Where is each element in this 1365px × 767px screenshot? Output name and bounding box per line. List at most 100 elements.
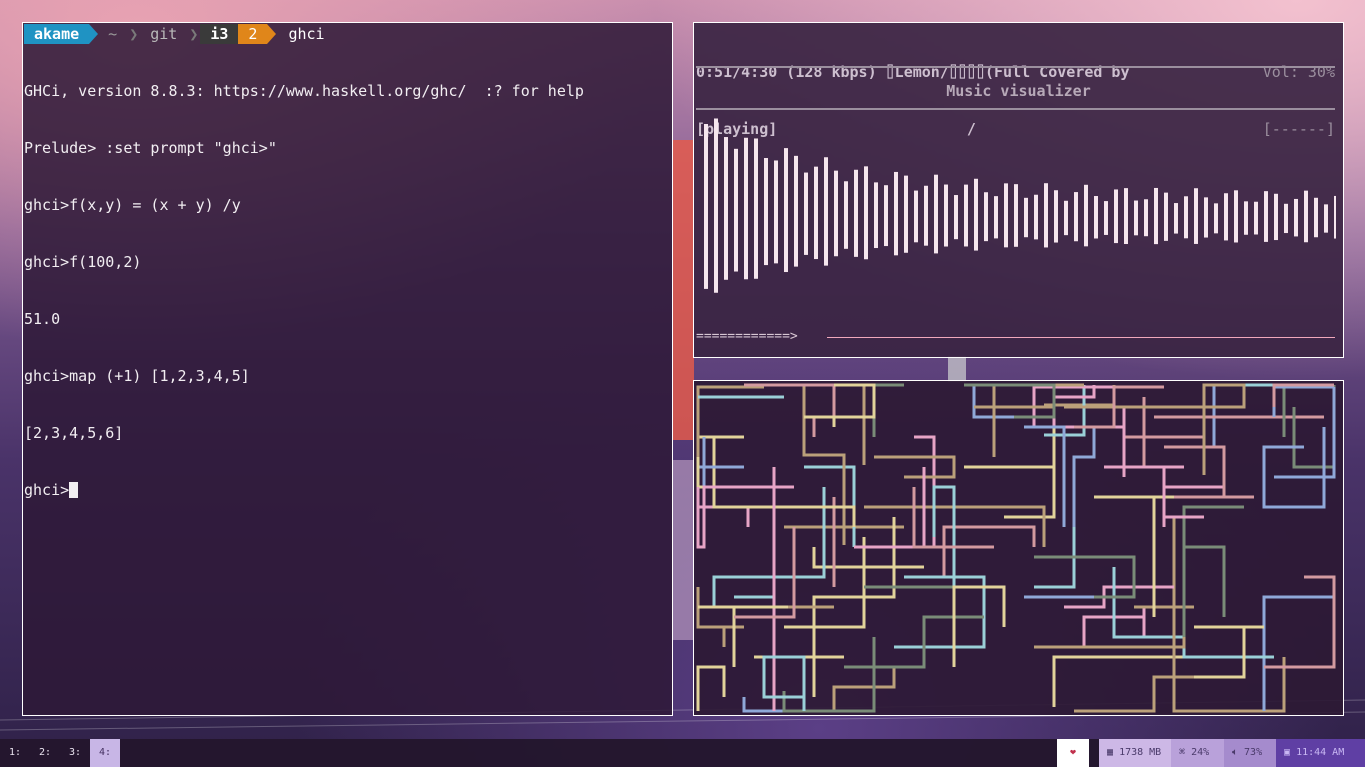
cpu-value: 24% — [1191, 747, 1210, 758]
workspace-4[interactable]: 4: — [90, 739, 120, 767]
visualizer-bar — [904, 175, 908, 253]
prompt-dir-i3: i3 — [200, 24, 239, 44]
volume-status[interactable]: 🔈︎ 73% — [1224, 739, 1276, 767]
visualizer-bar — [784, 148, 788, 273]
visualizer-bar — [1154, 187, 1158, 245]
cpu-icon: ⌘ — [1179, 747, 1186, 758]
pipe-segment — [1164, 445, 1254, 499]
visualizer-title: Music visualizer — [946, 82, 1091, 100]
pipe-segment — [1032, 385, 1126, 477]
music-player-window[interactable]: 0:51/4:30 (128 kbps) ⌷Lemon/⌷⌷⌷⌷(Full Co… — [693, 22, 1344, 358]
prompt-command: ghci — [288, 25, 325, 43]
text-cursor — [69, 482, 79, 498]
speaker-icon: 🔈︎ — [1232, 747, 1238, 758]
pipe-segment — [696, 485, 794, 549]
pipe-segment — [712, 487, 826, 607]
cpu-status: ⌘ 24% — [1171, 739, 1224, 767]
terminal-input-line[interactable]: ghci> — [24, 481, 584, 500]
pipes-window[interactable] — [693, 380, 1344, 716]
pipe-segment — [1134, 515, 1204, 609]
visualizer-bar — [844, 181, 848, 249]
progress-bar[interactable]: ============> — [696, 329, 798, 344]
workspace-3[interactable]: 3: — [60, 739, 90, 767]
calendar-icon: ▣ — [1284, 747, 1291, 758]
pipe-segment — [1202, 383, 1294, 467]
progress-track[interactable] — [827, 337, 1335, 338]
prompt-home: ~ — [108, 25, 118, 43]
visualizer-bars — [704, 118, 1336, 293]
visualizer-bar — [1094, 196, 1098, 239]
visualizer-bar — [1084, 184, 1088, 247]
visualizer-bar — [1054, 190, 1058, 243]
pipes-animation — [696, 383, 1336, 713]
terminal-line: ghci>map (+1) [1,2,3,4,5] — [24, 367, 250, 385]
visualizer-bar — [1284, 203, 1288, 234]
visualizer-bar — [1144, 199, 1148, 237]
visualizer-bar — [974, 178, 978, 251]
shell-prompt-bar: akame ~ ❯ git ❯ i3 2 ghci — [24, 24, 335, 44]
pipe-segment — [1264, 575, 1336, 669]
pipe-segment — [832, 667, 896, 711]
pipe-segment — [702, 437, 744, 507]
terminal-output[interactable]: GHCi, version 8.8.3: https://www.haskell… — [24, 44, 584, 538]
pipe-segment — [874, 455, 956, 479]
visualizer-bar — [1304, 190, 1308, 243]
visualizer-bar — [1254, 201, 1258, 235]
visualizer-bar — [724, 137, 728, 280]
visualizer-bar — [1074, 192, 1078, 242]
visualizer-bar — [944, 184, 948, 247]
visualizer-bar — [884, 185, 888, 247]
visualizer-bar — [1264, 191, 1268, 242]
visualizer-bar — [984, 192, 988, 242]
visualizer-bar — [1044, 183, 1048, 248]
terminal-line: 51.0 — [24, 310, 61, 328]
workspace-2[interactable]: 2: — [30, 739, 60, 767]
visualizer-bar — [1134, 200, 1138, 236]
visualizer-bar — [1194, 188, 1198, 244]
pipe-segment — [734, 537, 776, 599]
prompt-arrow-icon — [267, 24, 277, 44]
visualizer-bar — [804, 172, 808, 255]
visualizer-bar — [1214, 203, 1218, 234]
divider — [696, 108, 1335, 110]
memory-value: 1738 MB — [1119, 747, 1162, 758]
volume-value: 73% — [1244, 747, 1263, 758]
visualizer-bar — [874, 182, 878, 249]
visualizer-bar — [924, 185, 928, 246]
pipe-segment — [1292, 385, 1336, 469]
visualizer-bar — [1064, 200, 1068, 236]
pipe-segment — [696, 665, 726, 711]
visualizer-bar — [764, 158, 768, 266]
heart-icon[interactable]: ❤ — [1057, 739, 1089, 767]
visualizer-bar — [934, 174, 938, 254]
terminal-line: ghci>f(x,y) = (x + y) /y — [24, 196, 241, 214]
pipe-segment — [782, 637, 876, 713]
pipe-segment — [964, 427, 1056, 519]
visualizer-bar — [854, 169, 858, 257]
visualizer-bar — [814, 166, 818, 260]
visualizer-bar — [864, 166, 868, 260]
visualizer-bar — [774, 160, 778, 264]
visualizer-bar — [1224, 193, 1228, 241]
visualizer-bar — [914, 190, 918, 243]
visualizer-bar — [704, 124, 708, 289]
pipe-segment — [1194, 625, 1264, 679]
clock-value: 11:44 AM — [1296, 747, 1345, 758]
divider — [696, 66, 1335, 68]
pipe-segment — [972, 385, 1054, 419]
terminal-window[interactable]: akame ~ ❯ git ❯ i3 2 ghci GHCi, version … — [22, 22, 673, 716]
visualizer-bar — [954, 195, 958, 240]
pipe-segment — [754, 637, 844, 659]
pipe-segment — [1262, 595, 1334, 711]
visualizer-bar — [1314, 197, 1318, 238]
terminal-line: [2,3,4,5,6] — [24, 424, 124, 442]
pipe-segment — [1112, 567, 1274, 659]
visualizer-bar — [754, 138, 758, 279]
visualizer-bar — [994, 196, 998, 239]
visualizer-bar — [1334, 195, 1336, 239]
workspace-1[interactable]: 1: — [0, 739, 30, 767]
pipe-segment — [744, 383, 836, 437]
visualizer-bar — [964, 184, 968, 247]
visualizer-bar — [734, 148, 738, 272]
visualizer-bar — [714, 118, 718, 293]
